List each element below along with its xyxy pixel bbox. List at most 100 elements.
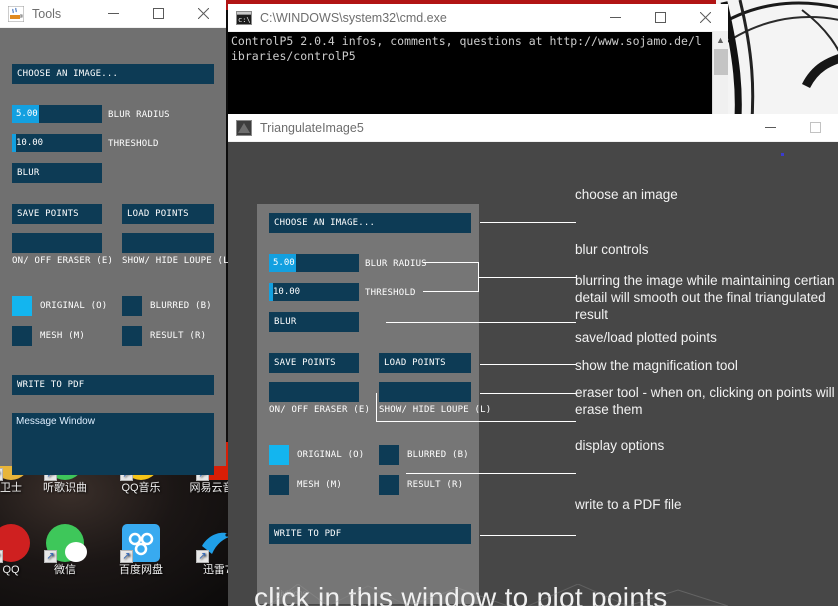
tools-mesh-label: MESH (M) (40, 331, 85, 341)
desktop-icon-label: 微信 (54, 564, 76, 576)
leader-line-write-pdf (480, 535, 576, 536)
tri-blur-radius-label: BLUR RADIUS (365, 259, 427, 269)
cmd-maximize-button[interactable] (638, 4, 683, 32)
tools-titlebar[interactable]: Tools (0, 0, 226, 28)
tools-blur-radius-slider[interactable]: 5.00 (12, 105, 102, 123)
leader-line-blur-radius (423, 262, 479, 263)
tools-load-points-button[interactable]: LOAD POINTS (122, 204, 214, 224)
cmd-scrollbar[interactable]: ▲ (712, 32, 728, 120)
tools-eraser-toggle[interactable] (12, 233, 102, 253)
triangulate-image-window[interactable]: TriangulateImage5 CHOOSE AN IMAGE... 5.0… (228, 114, 838, 606)
tools-result-toggle[interactable] (122, 326, 142, 346)
cmd-console-icon: c:\ (236, 10, 252, 26)
plotted-point (781, 153, 784, 156)
leader-line-save-load (480, 364, 576, 365)
desktop-icon-glyph: ↗ (0, 524, 30, 563)
leader-line-loupe (480, 393, 576, 394)
cmd-window[interactable]: c:\ C:\WINDOWS\system32\cmd.exe ControlP… (228, 4, 728, 120)
tools-blur-button[interactable]: BLUR (12, 163, 102, 183)
tri-write-pdf-button[interactable]: WRITE TO PDF (269, 524, 471, 544)
tools-loupe-toggle[interactable] (122, 233, 214, 253)
java-coffee-cup-icon (7, 5, 25, 22)
tools-threshold-label: THRESHOLD (108, 139, 159, 149)
tri-choose-image-button[interactable]: CHOOSE AN IMAGE... (269, 213, 471, 233)
tri-eraser-toggle[interactable] (269, 382, 359, 402)
svg-text:c:\: c:\ (238, 16, 251, 24)
triangulate-window-buttons[interactable] (748, 114, 838, 142)
annotation-3: save/load plotted points (575, 330, 717, 345)
desktop-icon-glyph: ↗ (44, 524, 87, 563)
tri-loupe-toggle[interactable] (379, 382, 471, 402)
tools-window-buttons[interactable] (91, 0, 226, 28)
cmd-console-output-area[interactable]: ControlP5 2.0.4 infos, comments, questio… (228, 32, 728, 120)
background-image-window[interactable] (716, 0, 838, 130)
tri-mesh-toggle[interactable] (269, 475, 289, 495)
tools-minimize-button[interactable] (91, 0, 136, 28)
cmd-close-button[interactable] (683, 4, 728, 32)
tri-result-label: RESULT (R) (407, 480, 464, 490)
tri-load-points-button[interactable]: LOAD POINTS (379, 353, 471, 373)
abstract-curves-artwork (716, 0, 838, 130)
tri-result-toggle[interactable] (379, 475, 399, 495)
shortcut-arrow-icon: ↗ (44, 550, 57, 563)
tools-title: Tools (32, 6, 62, 21)
triangulate-sketch-canvas[interactable]: CHOOSE AN IMAGE... 5.00 BLUR RADIUS 10.0… (228, 142, 838, 606)
tools-mesh-toggle[interactable] (12, 326, 32, 346)
tools-save-points-button[interactable]: SAVE POINTS (12, 204, 102, 224)
shortcut-arrow-icon: ↗ (196, 550, 209, 563)
shortcut-arrow-icon: ↗ (0, 550, 3, 563)
tools-write-pdf-button[interactable]: WRITE TO PDF (12, 375, 214, 395)
tools-threshold-value: 10.00 (16, 138, 44, 148)
processing-sketch-icon (236, 119, 252, 136)
tools-maximize-button[interactable] (136, 0, 181, 28)
tools-loupe-label: SHOW/ HIDE LOUPE (L) (122, 256, 235, 266)
tri-original-label: ORIGINAL (O) (297, 450, 365, 460)
triangulate-maximize-button[interactable] (793, 114, 838, 142)
tools-panel: CHOOSE AN IMAGE... 5.00 BLUR RADIUS 10.0… (0, 28, 234, 475)
cmd-output-text: ControlP5 2.0.4 infos, comments, questio… (231, 34, 702, 63)
tri-threshold-slider[interactable]: 10.00 (269, 283, 359, 301)
cmd-window-buttons[interactable] (593, 4, 728, 32)
tools-eraser-label: ON/ OFF ERASER (E) (12, 256, 114, 266)
tools-close-button[interactable] (181, 0, 226, 28)
cmd-title: C:\WINDOWS\system32\cmd.exe (260, 10, 447, 25)
tools-choose-image-button[interactable]: CHOOSE AN IMAGE... (12, 64, 214, 84)
tri-blur-radius-slider[interactable]: 5.00 (269, 254, 359, 272)
tools-original-toggle[interactable] (12, 296, 32, 316)
tri-threshold-value: 10.00 (273, 287, 301, 297)
annotation-6: display options (575, 438, 665, 453)
tools-blurred-label: BLURRED (B) (150, 301, 212, 311)
tri-original-toggle[interactable] (269, 445, 289, 465)
tools-message-window: Message Window (12, 413, 214, 475)
desktop-icon-label: 百度网盘 (119, 564, 163, 576)
triangulate-minimize-button[interactable] (748, 114, 793, 142)
triangulated-mesh-artifact: divisions (267, 584, 729, 606)
screen: ↗卫士↗听歌识曲↗QQ音乐↗网易云音乐↗QQ↗微信↗百度网盘↗迅雷7 Tools (0, 0, 838, 606)
annotation-4: show the magnification tool (575, 358, 738, 373)
tri-blur-button[interactable]: BLUR (269, 312, 359, 332)
svg-text:divisions: divisions (276, 589, 307, 598)
desktop-icon-6[interactable]: ↗ 百度网盘 (104, 524, 178, 577)
tools-blur-radius-value: 5.00 (16, 109, 38, 119)
tri-loupe-label: SHOW/ HIDE LOUPE (L) (379, 405, 492, 415)
tri-blur-radius-value: 5.00 (273, 258, 295, 268)
cmd-minimize-button[interactable] (593, 4, 638, 32)
triangulate-control-panel: CHOOSE AN IMAGE... 5.00 BLUR RADIUS 10.0… (257, 204, 491, 604)
annotation-1: blur controls (575, 242, 649, 257)
tri-blurred-toggle[interactable] (379, 445, 399, 465)
leader-line-choose-image (480, 222, 576, 223)
cmd-titlebar[interactable]: c:\ C:\WINDOWS\system32\cmd.exe (228, 4, 728, 32)
tri-save-points-button[interactable]: SAVE POINTS (269, 353, 359, 373)
scroll-up-arrow-icon[interactable]: ▲ (713, 32, 728, 48)
tools-window[interactable]: Tools CHOOSE AN IMAGE... 5.00 BLUR RADIU… (0, 0, 234, 475)
triangulate-titlebar[interactable]: TriangulateImage5 (228, 114, 838, 142)
leader-elbow-eraser (376, 393, 377, 422)
desktop-icon-5[interactable]: ↗ 微信 (28, 524, 102, 577)
leader-line-blur-detail (386, 322, 576, 323)
tools-blurred-toggle[interactable] (122, 296, 142, 316)
cmd-scrollbar-thumb[interactable] (714, 49, 728, 75)
leader-line-blur-controls (478, 277, 576, 278)
tools-blur-radius-label: BLUR RADIUS (108, 110, 170, 120)
tools-threshold-slider[interactable]: 10.00 (12, 134, 102, 152)
annotation-5: eraser tool - when on, clicking on point… (575, 385, 835, 417)
